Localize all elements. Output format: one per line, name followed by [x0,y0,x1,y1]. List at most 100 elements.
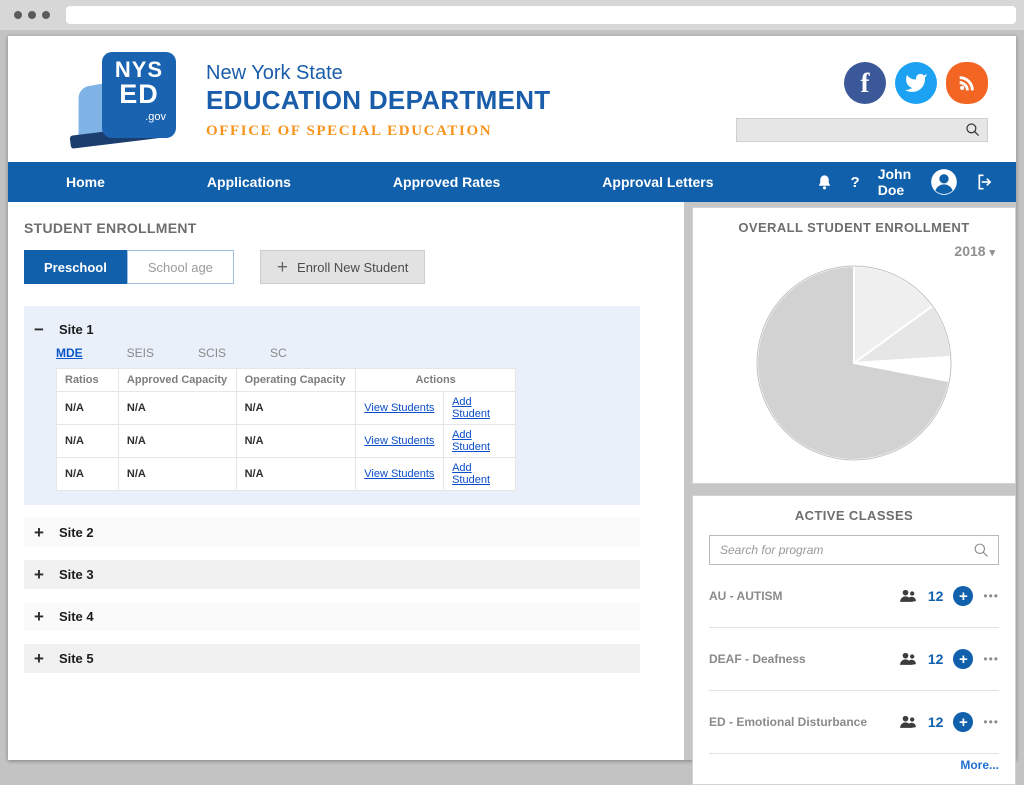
add-student-link[interactable]: Add Student [452,429,490,453]
col-header-operating-capacity: Operating Capacity [236,369,356,392]
enroll-button-label: Enroll New Student [297,260,408,275]
chevron-down-icon: ▾ [989,247,995,259]
program-search-input[interactable] [718,542,973,558]
collapse-icon[interactable]: − [34,321,44,338]
subtab-seis[interactable]: SEIS [127,346,154,360]
title-new-york-state: New York State [206,62,550,85]
expand-icon[interactable]: + [34,524,44,541]
content-area: STUDENT ENROLLMENT Preschool School age … [8,202,1016,760]
site-4-header[interactable]: + Site 4 [24,602,640,631]
nav-item-applications[interactable]: Applications [207,174,291,190]
class-options-button[interactable]: ••• [983,589,999,603]
students-group-icon [898,586,918,606]
class-options-button[interactable]: ••• [983,652,999,666]
subtab-scis[interactable]: SCIS [198,346,226,360]
user-name: John Doe [878,166,912,198]
class-options-button[interactable]: ••• [983,715,999,729]
tab-preschool[interactable]: Preschool [24,250,127,284]
add-student-link[interactable]: Add Student [452,462,490,486]
site-1-label: Site 1 [59,322,94,337]
site-1-section: − Site 1 MDE SEIS SCIS SC Ratios Approve… [24,306,640,505]
students-group-icon [898,712,918,732]
add-student-link[interactable]: Add Student [452,396,490,420]
expand-icon[interactable]: + [34,608,44,625]
title-education-department: EDUCATION DEPARTMENT [206,85,550,116]
logo-text-gov: .gov [102,111,176,123]
add-class-button[interactable]: + [953,586,973,606]
active-classes-card: ACTIVE CLASSES AU - AUTISM [692,495,1016,785]
site-5-header[interactable]: + Site 5 [24,644,640,673]
twitter-bird-icon [904,71,928,95]
expand-icon[interactable]: + [34,566,44,583]
twitter-icon[interactable] [895,62,937,104]
site-3-label: Site 3 [59,567,94,582]
col-header-approved-capacity: Approved Capacity [118,369,236,392]
program-search-box [709,535,999,565]
browser-chrome [0,0,1024,30]
logo-text-ed: ED [102,81,176,108]
page: NYS ED .gov New York State EDUCATION DEP… [8,36,1016,760]
enroll-new-student-button[interactable]: + Enroll New Student [260,250,425,284]
sign-out-icon[interactable] [976,172,996,192]
expand-icon[interactable]: + [34,650,44,667]
capacity-table: Ratios Approved Capacity Operating Capac… [56,368,516,491]
main-nav: Home Applications Approved Rates Approva… [8,162,1016,202]
department-titles: New York State EDUCATION DEPARTMENT OFFI… [206,62,550,140]
year-dropdown[interactable]: 2018 ▾ [709,243,995,259]
nav-item-approved-rates[interactable]: Approved Rates [393,174,500,190]
help-button[interactable]: ? [851,174,860,191]
header-search-box [736,118,988,142]
view-students-link[interactable]: View Students [364,468,434,480]
sidebar: OVERALL STUDENT ENROLLMENT 2018 ▾ ACTIVE… [692,202,1016,760]
search-icon[interactable] [965,122,981,138]
add-class-button[interactable]: + [953,649,973,669]
title-office-special-education: OFFICE OF SPECIAL EDUCATION [206,123,550,140]
window-dot [42,11,50,19]
ratios-value: N/A [57,425,119,458]
operating-capacity-value: N/A [236,458,356,491]
window-control-dots [14,11,50,19]
nysed-logo[interactable]: NYS ED .gov [94,52,194,150]
ratios-value: N/A [57,458,119,491]
students-group-icon [898,649,918,669]
nav-item-approval-letters[interactable]: Approval Letters [602,174,713,190]
facebook-icon[interactable]: f [844,62,886,104]
class-label: DEAF - Deafness [709,652,898,666]
add-class-button[interactable]: + [953,712,973,732]
view-students-link[interactable]: View Students [364,402,434,414]
site-header: NYS ED .gov New York State EDUCATION DEP… [8,36,1016,162]
notifications-bell-icon[interactable] [816,174,833,191]
class-label: AU - AUTISM [709,589,898,603]
more-link[interactable]: More... [709,758,999,772]
enrollment-card-title: OVERALL STUDENT ENROLLMENT [709,220,999,235]
list-item: DEAF - Deafness 12 + ••• [709,628,999,691]
user-avatar-icon[interactable] [930,168,958,196]
col-header-actions: Actions [356,369,516,392]
nav-item-home[interactable]: Home [66,174,105,190]
table-row: N/A N/A N/A View Students Add Student [57,425,516,458]
page-title: STUDENT ENROLLMENT [24,220,668,236]
rss-glyph-icon [956,72,978,94]
student-count: 12 [928,714,944,730]
operating-capacity-value: N/A [236,392,356,425]
site-2-header[interactable]: + Site 2 [24,518,640,547]
subtab-mde[interactable]: MDE [56,346,83,360]
view-students-link[interactable]: View Students [364,435,434,447]
subtab-sc[interactable]: SC [270,346,287,360]
site-3-header[interactable]: + Site 3 [24,560,640,589]
plus-icon: + [277,258,288,277]
nysed-logo-box: NYS ED .gov [102,52,176,138]
enrollment-pie-chart [754,263,954,463]
operating-capacity-value: N/A [236,425,356,458]
search-icon[interactable] [973,542,990,559]
site-1-header[interactable]: − Site 1 [24,314,640,344]
tab-school-age[interactable]: School age [127,250,234,284]
header-search-input[interactable] [743,122,965,138]
browser-address-bar[interactable] [66,6,1016,24]
active-classes-title: ACTIVE CLASSES [709,508,999,523]
student-count: 12 [928,588,944,604]
ratios-value: N/A [57,392,119,425]
site-2-label: Site 2 [59,525,94,540]
rss-icon[interactable] [946,62,988,104]
site-4-label: Site 4 [59,609,94,624]
